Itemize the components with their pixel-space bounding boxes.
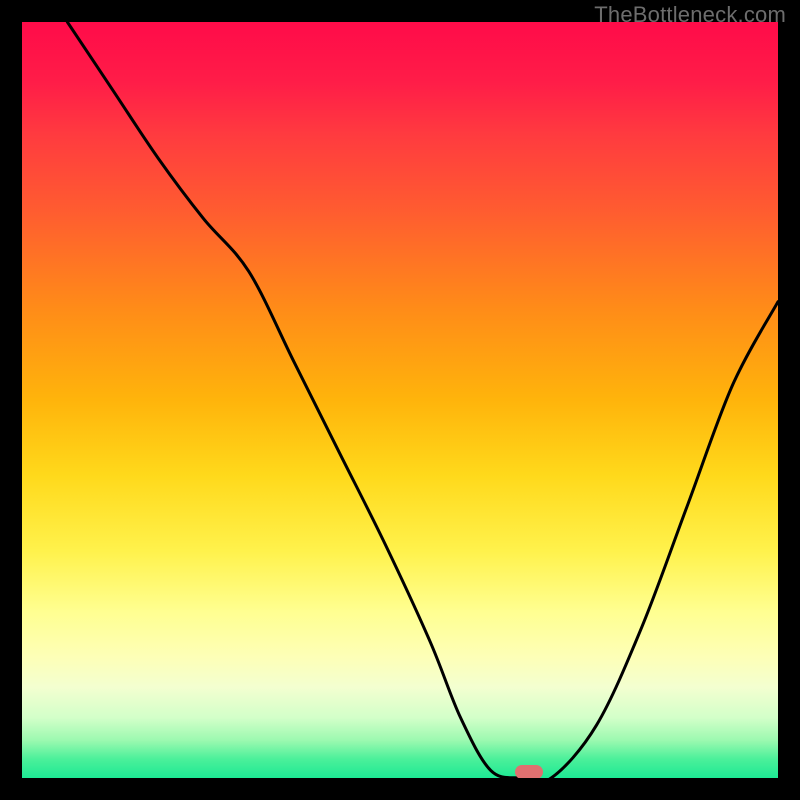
optimal-marker (515, 765, 543, 778)
bottleneck-curve (67, 22, 778, 778)
watermark-text: TheBottleneck.com (594, 2, 786, 28)
curve-svg (22, 22, 778, 778)
chart-frame: TheBottleneck.com (0, 0, 800, 800)
plot-area (22, 22, 778, 778)
